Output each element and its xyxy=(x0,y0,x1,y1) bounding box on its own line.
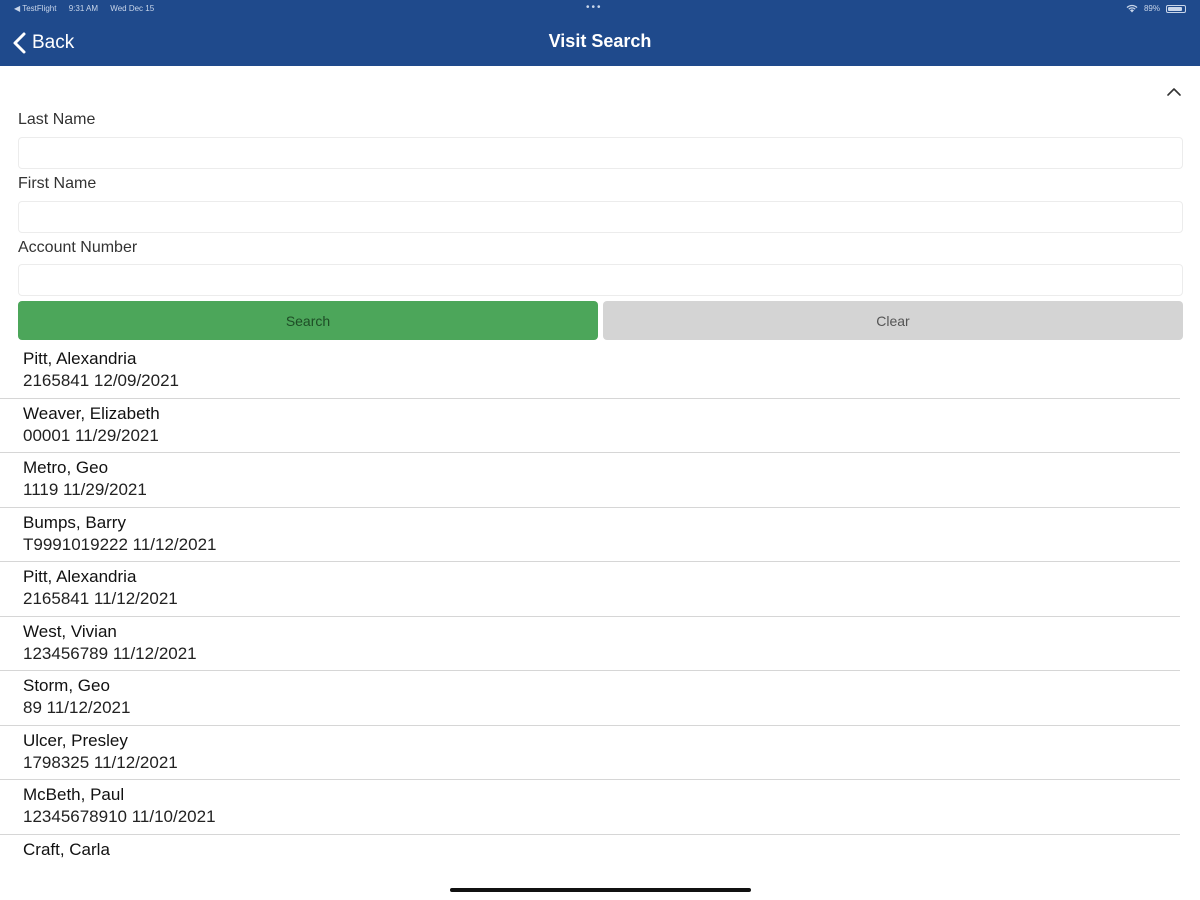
collapse-chevron-up-icon[interactable] xyxy=(1164,82,1184,102)
result-account-date: 12345678910 11/10/2021 xyxy=(23,807,216,826)
status-date: Wed Dec 15 xyxy=(110,4,155,13)
result-account-date: T9991019222 11/12/2021 xyxy=(23,534,217,554)
result-patient-name: Pitt, Alexandria xyxy=(23,567,137,586)
result-row[interactable]: West, Vivian 123456789 11/12/2021 xyxy=(0,617,1180,671)
status-time: 9:31 AM xyxy=(68,4,99,13)
status-bar: ◀ TestFlight 9:31 AM Wed Dec 15 ••• 89% xyxy=(0,2,1200,18)
result-patient-name: West, Vivian xyxy=(23,621,117,641)
result-row[interactable]: Craft, Carla xyxy=(0,835,1180,865)
result-patient-name: Weaver, Elizabeth xyxy=(23,403,160,423)
result-patient-name: Craft, Carla xyxy=(23,839,110,859)
result-row[interactable]: Ulcer, Presley 1798325 11/12/2021 xyxy=(0,726,1180,780)
account-number-label: Account Number xyxy=(18,239,138,256)
last-name-input[interactable] xyxy=(18,137,1183,169)
navigation-bar: ◀ TestFlight 9:31 AM Wed Dec 15 ••• 89% … xyxy=(0,0,1200,66)
status-carrier: ◀ TestFlight xyxy=(14,4,57,13)
multitasking-dots[interactable]: ••• xyxy=(586,2,603,13)
home-indicator[interactable] xyxy=(450,888,751,892)
first-name-label: First Name xyxy=(18,175,97,192)
wifi-icon xyxy=(1126,4,1138,13)
result-patient-name: Ulcer, Presley xyxy=(23,730,128,750)
result-account-date: 123456789 11/12/2021 xyxy=(23,643,197,663)
result-account-date: 2165841 11/12/2021 xyxy=(23,589,178,608)
battery-icon xyxy=(1166,4,1186,13)
first-name-input[interactable] xyxy=(18,201,1183,233)
result-row[interactable]: Storm, Geo 89 11/12/2021 xyxy=(0,671,1180,726)
result-row[interactable]: Pitt, Alexandria 2165841 12/09/2021 xyxy=(0,344,1180,399)
search-button[interactable]: Search xyxy=(18,301,598,340)
result-row[interactable]: Bumps, Barry T9991019222 11/12/2021 xyxy=(0,508,1180,562)
last-name-label: Last Name xyxy=(18,111,96,128)
result-account-date: 00001 11/29/2021 xyxy=(23,425,159,445)
result-row[interactable]: McBeth, Paul 12345678910 11/10/2021 xyxy=(0,780,1180,835)
result-row[interactable]: Metro, Geo 1119 11/29/2021 xyxy=(0,453,1180,508)
results-list[interactable]: Pitt, Alexandria 2165841 12/09/2021 Weav… xyxy=(0,344,1200,864)
result-row[interactable]: Weaver, Elizabeth 00001 11/29/2021 xyxy=(0,399,1180,453)
result-account-date: 2165841 12/09/2021 xyxy=(23,371,179,390)
clear-button[interactable]: Clear xyxy=(603,301,1183,340)
result-patient-name: Storm, Geo xyxy=(23,676,110,695)
status-right: 89% xyxy=(1126,4,1186,13)
page-title: Visit Search xyxy=(548,31,652,51)
result-account-date: 89 11/12/2021 xyxy=(23,698,131,717)
status-left: ◀ TestFlight 9:31 AM Wed Dec 15 xyxy=(14,4,164,13)
battery-percent: 89% xyxy=(1143,4,1160,13)
result-patient-name: Pitt, Alexandria xyxy=(23,349,137,368)
result-account-date: 1798325 11/12/2021 xyxy=(23,752,178,772)
result-patient-name: McBeth, Paul xyxy=(23,785,125,804)
result-account-date: 1119 11/29/2021 xyxy=(23,480,147,499)
result-patient-name: Bumps, Barry xyxy=(23,512,126,532)
result-patient-name: Metro, Geo xyxy=(23,458,109,477)
account-number-input[interactable] xyxy=(18,264,1183,296)
result-row[interactable]: Pitt, Alexandria 2165841 11/12/2021 xyxy=(0,562,1180,617)
